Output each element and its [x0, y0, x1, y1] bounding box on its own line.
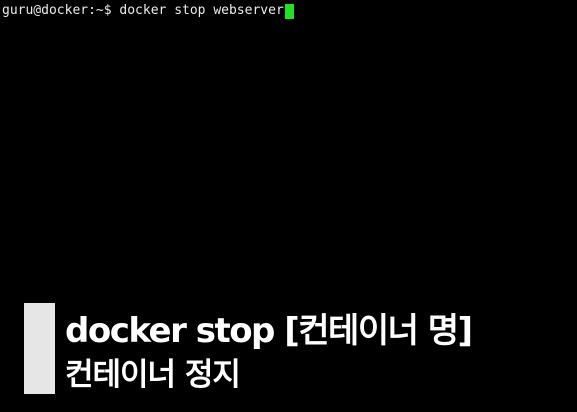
caption-title: docker stop [컨테이너 명]	[65, 311, 473, 351]
terminal-window[interactable]: guru@docker:~$ docker stop webserver doc…	[0, 0, 577, 412]
video-caption-overlay: docker stop [컨테이너 명] 컨테이너 정지	[24, 303, 564, 395]
terminal-command-line[interactable]: guru@docker:~$ docker stop webserver	[2, 3, 294, 19]
terminal-prompt: guru@docker:~$	[2, 3, 120, 18]
caption-subtitle: 컨테이너 정지	[65, 357, 241, 393]
terminal-cursor	[284, 3, 294, 19]
terminal-command-text: docker stop webserver	[119, 3, 284, 18]
caption-accent-bar	[24, 303, 55, 394]
